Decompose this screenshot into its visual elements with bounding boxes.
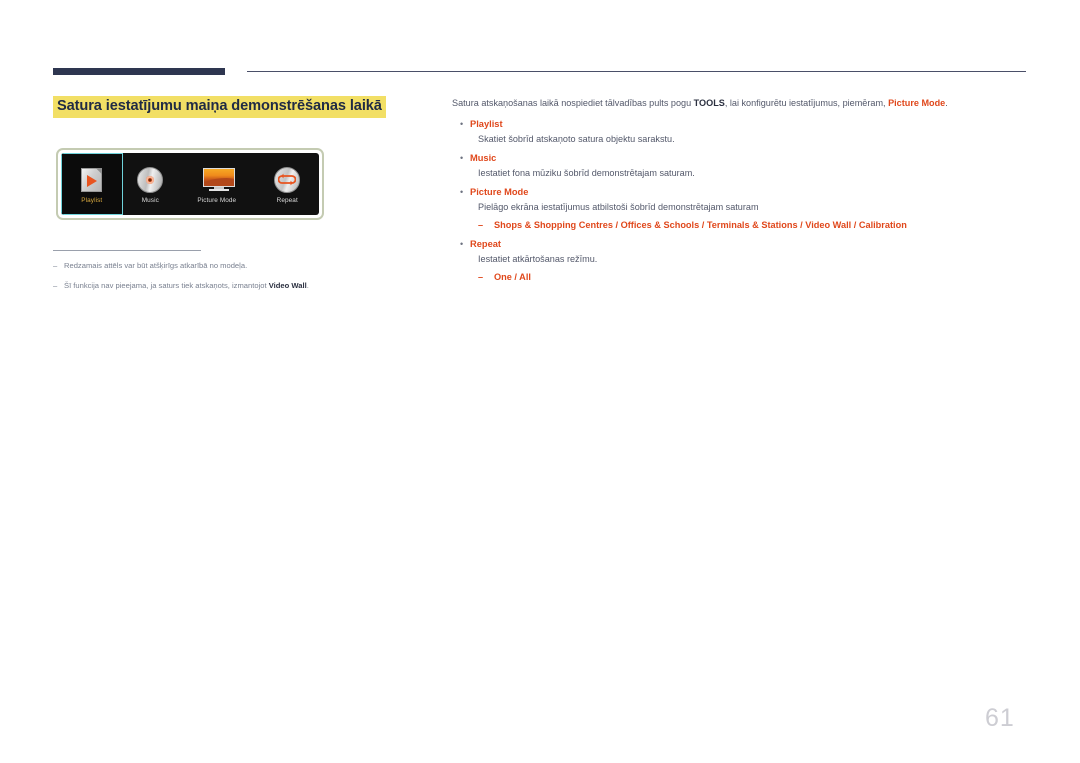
list-item-label: Music: [470, 153, 497, 163]
list-item-description: Iestatiet atkārtošanas režīmu.: [478, 254, 598, 264]
device-osd-panel: Playlist Music Picture Mode Repeat: [56, 148, 324, 220]
list-item-label: Picture Mode: [470, 187, 529, 197]
bullet-marker: •: [460, 119, 464, 129]
page-number: 61: [985, 704, 1015, 732]
osd-tile-music[interactable]: Music: [123, 153, 179, 215]
footnote-item: – Šī funkcija nav pieejama, ja saturs ti…: [45, 280, 405, 291]
footnote-text: Šī funkcija nav pieejama, ja saturs tiek…: [64, 280, 309, 291]
osd-tile-label: Picture Mode: [197, 196, 237, 204]
page-title: Satura iestatījumu maiņa demonstrēšanas …: [53, 96, 386, 118]
picture-mode-monitor-icon: [202, 167, 235, 193]
intro-part-3: .: [945, 98, 948, 108]
music-disc-icon: [136, 166, 164, 193]
list-item-music: • Music: [452, 152, 1032, 165]
footnote-item: – Redzamais attēls var būt atšķirīgs atk…: [45, 260, 405, 271]
footnote-block: – Redzamais attēls var būt atšķirīgs atk…: [45, 250, 405, 300]
bullet-marker: •: [460, 187, 464, 197]
playlist-document-play-icon: [78, 167, 106, 193]
intro-part-1: Satura atskaņošanas laikā nospiediet tāl…: [452, 98, 694, 108]
footnote-text-tail: .: [306, 281, 309, 290]
header-thin-rule: [247, 71, 1026, 72]
footnote-text-lead: Šī funkcija nav pieejama, ja saturs tiek…: [64, 281, 269, 290]
options-text: One / All: [494, 272, 531, 282]
page-header-rules: [0, 0, 1080, 90]
intro-paragraph: Satura atskaņošanas laikā nospiediet tāl…: [452, 97, 1032, 110]
osd-menu-bar: Playlist Music Picture Mode Repeat: [61, 153, 319, 215]
sub-marker: –: [478, 220, 484, 230]
list-item-description: Iestatiet fona mūziku šobrīd demonstrēta…: [478, 168, 695, 178]
picture-mode-reference: Picture Mode: [888, 98, 946, 108]
osd-tile-repeat[interactable]: Repeat: [255, 153, 319, 215]
header-thick-rule: [53, 68, 225, 75]
footnote-dash: –: [53, 281, 58, 290]
list-item-description: Skatiet šobrīd atskaņoto satura objektu …: [478, 134, 675, 144]
osd-tile-label: Repeat: [276, 196, 298, 204]
left-column: Satura iestatījumu maiņa demonstrēšanas …: [53, 96, 423, 118]
list-item-label: Playlist: [470, 119, 503, 129]
sub-marker: –: [478, 272, 484, 282]
list-item-picture-mode: • Picture Mode: [452, 186, 1032, 199]
list-item-playlist: • Playlist: [452, 118, 1032, 131]
footnote-text: Redzamais attēls var būt atšķirīgs atkar…: [64, 261, 248, 270]
list-item-options-picture-mode: – Shops & Shopping Centres / Offices & S…: [478, 219, 1032, 232]
osd-tile-playlist[interactable]: Playlist: [61, 153, 123, 215]
footnote-text-emphasis: Video Wall: [268, 281, 307, 290]
list-item-description: Pielāgo ekrāna iestatījumus atbilstoši š…: [478, 202, 759, 212]
list-item-options-repeat: – One / All: [478, 271, 1032, 284]
repeat-loop-icon: [273, 166, 301, 193]
right-column: Satura atskaņošanas laikā nospiediet tāl…: [452, 97, 1032, 284]
list-item-repeat: • Repeat: [452, 238, 1032, 251]
tools-key-label: TOOLS: [693, 98, 725, 108]
osd-tile-picture-mode[interactable]: Picture Mode: [178, 153, 255, 215]
osd-tile-label: Playlist: [81, 196, 103, 204]
bullet-marker: •: [460, 153, 464, 163]
list-item-label: Repeat: [470, 239, 502, 249]
intro-part-2: , lai konfigurētu iestatījumus, piemēram…: [724, 98, 889, 108]
footnote-dash: –: [53, 261, 58, 270]
bullet-marker: •: [460, 239, 464, 249]
osd-tile-label: Music: [141, 196, 159, 204]
footnote-divider: [53, 250, 201, 251]
options-text: Shops & Shopping Centres / Offices & Sch…: [494, 220, 907, 230]
